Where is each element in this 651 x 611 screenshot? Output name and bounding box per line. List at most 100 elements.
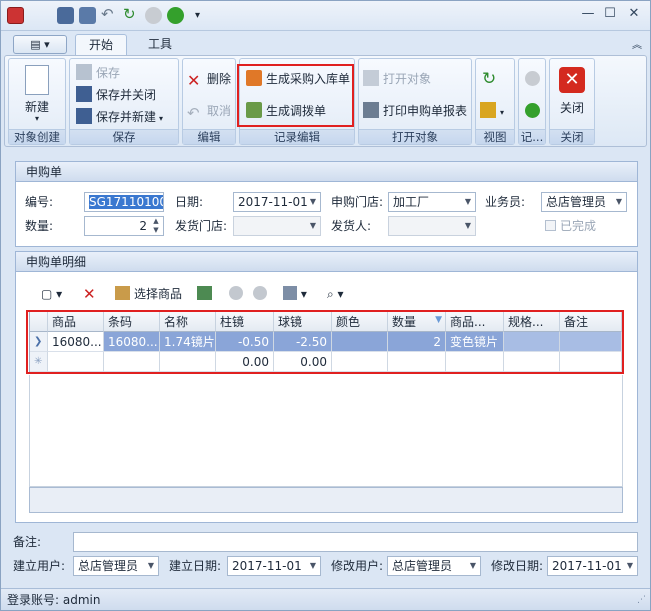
- group-label-save: 保存: [70, 129, 178, 144]
- ship-store-label: 发货门店:: [175, 219, 228, 233]
- resize-grip-icon[interactable]: ⋰: [637, 589, 646, 610]
- refresh-icon[interactable]: ↻: [123, 7, 140, 24]
- printer-icon: [363, 102, 379, 118]
- prev-record-icon[interactable]: [525, 71, 540, 86]
- save-close-icon: [76, 86, 92, 102]
- grid-footer-bar: [29, 487, 623, 513]
- close-window-button[interactable]: ✕: [623, 5, 645, 23]
- grid-empty-area: [29, 375, 623, 487]
- search-icon[interactable]: ⌕ ▾: [327, 285, 344, 303]
- close-icon: ✕: [559, 67, 585, 93]
- store-label: 申购门店:: [331, 195, 384, 209]
- staff-label: 业务员:: [485, 195, 526, 209]
- layout-icon: [480, 102, 496, 118]
- save-new-button[interactable]: 保存并新建 ▾: [76, 107, 163, 127]
- group-label-view: 视图: [476, 129, 514, 144]
- save-close-button[interactable]: 保存并关闭: [76, 85, 156, 105]
- group-close: ✕ 关闭 关闭: [549, 58, 595, 145]
- copy-icon[interactable]: ▾: [283, 285, 307, 303]
- modified-date-label: 修改日期:: [491, 559, 544, 573]
- highlight-box: [237, 64, 354, 127]
- creator-label: 建立用户:: [13, 559, 66, 573]
- status-bar: 登录账号: admin ⋰: [1, 588, 650, 610]
- save-icon: [76, 64, 92, 80]
- staff-select[interactable]: 总店管理员 ▼: [541, 192, 627, 212]
- delete-icon: ✕: [187, 71, 201, 90]
- group-label-create: 对象创建: [9, 129, 65, 144]
- delete-row-icon[interactable]: ✕: [83, 285, 96, 303]
- new-row-icon[interactable]: ▢ ▾: [41, 285, 62, 303]
- checkbox-icon: [545, 220, 556, 231]
- close-button[interactable]: ✕ 关闭: [554, 67, 590, 116]
- group-label-rec: 记...: [519, 129, 545, 144]
- delete-button[interactable]: ✕ 删除: [187, 69, 231, 89]
- shipper-label: 发货人:: [331, 219, 372, 233]
- modified-date-field[interactable]: 2017-11-01 ▼: [547, 556, 638, 576]
- done-checkbox[interactable]: 已完成: [545, 216, 596, 236]
- open-object-icon: [363, 70, 379, 86]
- undo-icon[interactable]: ↶: [101, 7, 118, 24]
- date-field[interactable]: 2017-11-01 ▼: [233, 192, 321, 212]
- created-date-field[interactable]: 2017-11-01 ▼: [227, 556, 321, 576]
- detail-panel-title: 申购单明细: [16, 252, 637, 272]
- qty-stepper[interactable]: 2 ▲ ▼: [84, 216, 164, 236]
- customize-qa-icon[interactable]: ▾: [195, 7, 212, 24]
- maximize-button[interactable]: ☐: [599, 5, 621, 23]
- modifier-label: 修改用户:: [331, 559, 384, 573]
- move-down-icon[interactable]: [253, 285, 267, 303]
- detail-toolbar: ▢ ▾ ✕ 选择商品 ▾ ⌕ ▾: [25, 281, 625, 307]
- import-icon[interactable]: [197, 285, 212, 303]
- app-icon: [7, 7, 24, 24]
- tab-tools[interactable]: 工具: [139, 34, 181, 56]
- group-view: ↻ ▾ 视图: [475, 58, 515, 145]
- login-account: 登录账号: admin: [7, 593, 101, 607]
- cancel-button[interactable]: ↶ 取消: [187, 101, 231, 121]
- layout-view-button[interactable]: ▾: [480, 101, 504, 121]
- group-label-close: 关闭: [550, 129, 594, 144]
- tab-home[interactable]: 开始: [75, 34, 127, 56]
- qty-label: 数量:: [25, 219, 54, 233]
- refresh-view-button[interactable]: ↻: [482, 69, 496, 89]
- new-button[interactable]: 新建 ▾: [13, 63, 61, 123]
- select-goods-button[interactable]: 选择商品: [115, 285, 182, 303]
- quick-save-close-icon[interactable]: [79, 7, 96, 24]
- ribbon-tabs: ▤ ▾ 开始 工具 ︽: [1, 31, 650, 56]
- minimize-button[interactable]: —: [577, 5, 599, 23]
- group-label-record-edit: 记录编辑: [240, 129, 354, 144]
- collapse-ribbon-icon[interactable]: ︽: [632, 36, 642, 51]
- print-report-button[interactable]: 打印申购单报表: [363, 101, 467, 121]
- quick-save-icon[interactable]: [57, 7, 74, 24]
- store-select[interactable]: 加工厂 ▼: [388, 192, 476, 212]
- group-edit: ✕ 删除 ↶ 取消 编辑: [182, 58, 236, 145]
- group-create: 新建 ▾ 对象创建: [8, 58, 66, 145]
- form-panel-title: 申购单: [16, 162, 637, 182]
- next-record-icon[interactable]: [525, 103, 540, 118]
- group-label-open: 打开对象: [359, 129, 471, 144]
- cancel-icon: ↶: [187, 104, 200, 122]
- ribbon: 新建 ▾ 对象创建 保存 保存并关闭 保存并新建 ▾ 保存 ✕ 删除 ↶ 取消 编辑 …: [4, 55, 647, 147]
- group-open: 打开对象 打印申购单报表 打开对象: [358, 58, 472, 145]
- move-up-icon[interactable]: [229, 285, 243, 303]
- modifier-select[interactable]: 总店管理员 ▼: [387, 556, 481, 576]
- title-bar: ↶ ↻ ▾ — ☐ ✕: [1, 1, 650, 31]
- new-document-icon: [25, 65, 49, 95]
- open-object-button[interactable]: 打开对象: [363, 69, 431, 89]
- box-icon: [115, 286, 130, 300]
- save-button[interactable]: 保存: [76, 63, 120, 83]
- group-save: 保存 保存并关闭 保存并新建 ▾ 保存: [69, 58, 179, 145]
- ship-store-select[interactable]: ▼: [233, 216, 321, 236]
- number-field[interactable]: SG171101000: [84, 192, 164, 212]
- date-label: 日期:: [175, 195, 204, 209]
- group-label-edit: 编辑: [183, 129, 235, 144]
- grid-highlight-box: [26, 310, 624, 374]
- app-window: ↶ ↻ ▾ — ☐ ✕ ▤ ▾ 开始 工具 ︽ 新建 ▾ 对象创建 保存 保存并…: [0, 0, 651, 611]
- note-field[interactable]: [73, 532, 638, 552]
- app-menu-button[interactable]: ▤ ▾: [13, 35, 67, 54]
- created-date-label: 建立日期:: [169, 559, 222, 573]
- note-label: 备注:: [13, 535, 42, 549]
- group-rec-nav: 记...: [518, 58, 546, 145]
- up-icon[interactable]: [145, 7, 162, 24]
- shipper-select[interactable]: ▼: [388, 216, 476, 236]
- creator-select[interactable]: 总店管理员 ▼: [73, 556, 159, 576]
- down-icon[interactable]: [167, 7, 184, 24]
